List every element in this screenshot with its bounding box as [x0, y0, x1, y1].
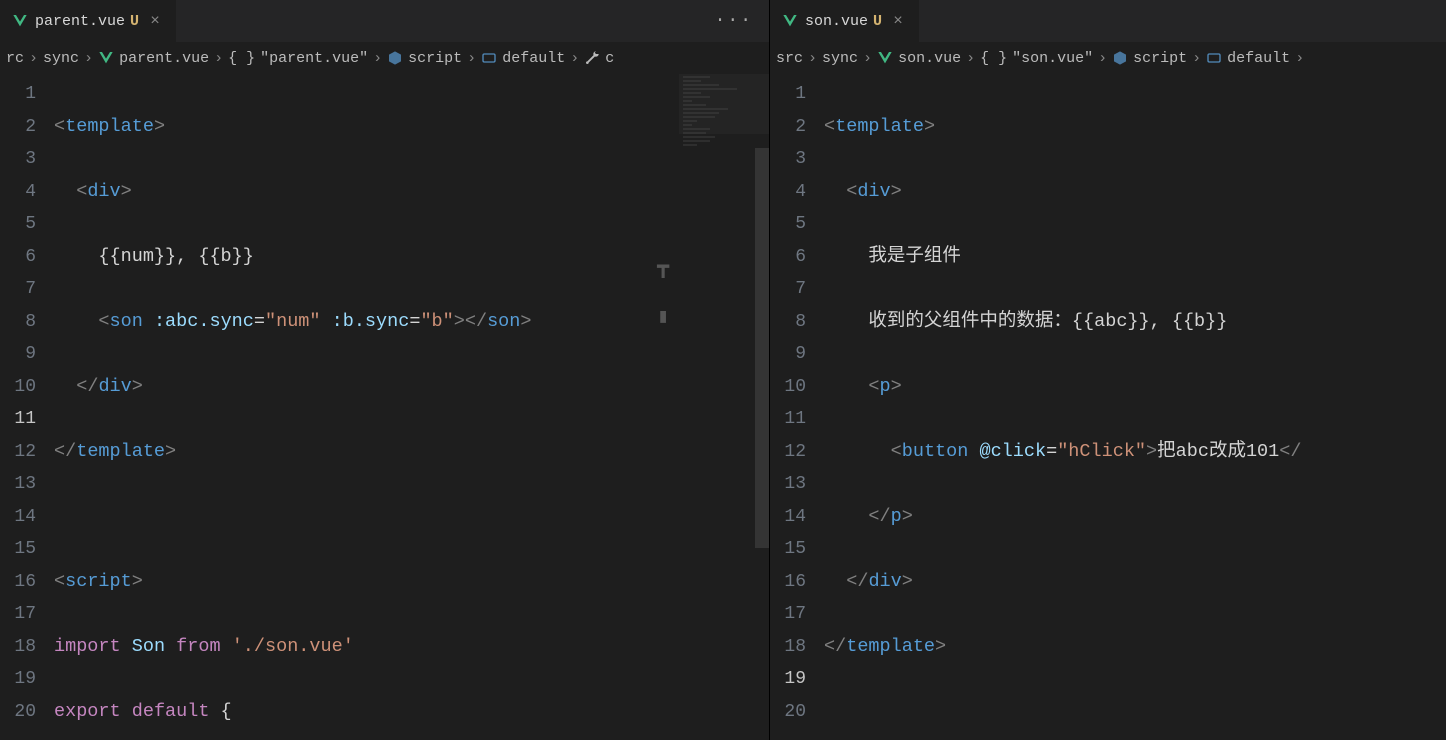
line-number: 13: [0, 468, 36, 501]
line-number: 16: [770, 566, 806, 599]
tab-modified-indicator: U: [873, 13, 882, 30]
line-number: 17: [0, 598, 36, 631]
braces-icon: { }: [228, 50, 255, 67]
line-number: 14: [770, 501, 806, 534]
breadcrumb-item[interactable]: sync: [822, 50, 858, 67]
line-number: 7: [770, 273, 806, 306]
breadcrumb-item[interactable]: src: [776, 50, 803, 67]
line-number: 8: [770, 306, 806, 339]
line-number-active: 19: [770, 663, 806, 696]
line-number: 3: [770, 143, 806, 176]
editor-pane-right: son.vue U × src › sync › son.vue › { } "…: [770, 0, 1446, 740]
breadcrumb-item[interactable]: rc: [6, 50, 24, 67]
line-number: 2: [0, 111, 36, 144]
line-number: 5: [0, 208, 36, 241]
tab-actions-more[interactable]: ···: [699, 11, 769, 31]
tab-parent-vue[interactable]: parent.vue U ×: [0, 0, 177, 42]
chevron-right-icon: ›: [214, 50, 223, 67]
line-number: 11: [770, 403, 806, 436]
line-number: 7: [0, 273, 36, 306]
line-number: 12: [0, 436, 36, 469]
editor-left[interactable]: 1 2 3 4 5 6 7 8 9 10 11 12 13 14 15 16 1…: [0, 74, 769, 740]
line-number: 17: [770, 598, 806, 631]
line-number: 12: [770, 436, 806, 469]
chevron-right-icon: ›: [373, 50, 382, 67]
line-number-active: 11: [0, 403, 36, 436]
vue-icon: [12, 13, 28, 30]
tab-son-vue[interactable]: son.vue U ×: [770, 0, 920, 42]
vue-icon: [877, 50, 893, 66]
line-number: 18: [0, 631, 36, 664]
line-number: 1: [770, 78, 806, 111]
chevron-right-icon: ›: [808, 50, 817, 67]
breadcrumb-item[interactable]: script: [408, 50, 462, 67]
breadcrumb-item[interactable]: son.vue: [898, 50, 961, 67]
line-number: 1: [0, 78, 36, 111]
module-icon: [1206, 50, 1222, 66]
line-number: 15: [770, 533, 806, 566]
line-number: 4: [0, 176, 36, 209]
module-icon: [481, 50, 497, 66]
line-number: 15: [0, 533, 36, 566]
tab-bar-left: parent.vue U × ···: [0, 0, 769, 42]
code-area-left[interactable]: <template> <div> {{num}}, {{b}} <son :ab…: [54, 74, 769, 740]
line-number: 3: [0, 143, 36, 176]
breadcrumb-left[interactable]: rc › sync › parent.vue › { } "parent.vue…: [0, 42, 769, 74]
breadcrumb-item[interactable]: sync: [43, 50, 79, 67]
chevron-right-icon: ›: [29, 50, 38, 67]
chevron-right-icon: ›: [1192, 50, 1201, 67]
line-number: 13: [770, 468, 806, 501]
chevron-right-icon: ›: [467, 50, 476, 67]
tab-filename: son.vue: [805, 13, 868, 30]
breadcrumb-item[interactable]: "son.vue": [1012, 50, 1093, 67]
editor-pane-left: parent.vue U × ··· rc › sync › parent.vu…: [0, 0, 770, 740]
line-number: 16: [0, 566, 36, 599]
scrollbar-thumb[interactable]: [755, 148, 769, 548]
line-number: 5: [770, 208, 806, 241]
line-gutter: 1 2 3 4 5 6 7 8 9 10 11 12 13 14 15 16 1…: [770, 74, 824, 740]
line-number: 9: [0, 338, 36, 371]
line-number: 9: [770, 338, 806, 371]
editor-right[interactable]: 1 2 3 4 5 6 7 8 9 10 11 12 13 14 15 16 1…: [770, 74, 1446, 740]
breadcrumb-right[interactable]: src › sync › son.vue › { } "son.vue" › s…: [770, 42, 1446, 74]
close-icon[interactable]: ×: [889, 12, 907, 30]
tab-filename: parent.vue: [35, 13, 125, 30]
line-number: 18: [770, 631, 806, 664]
code-area-right[interactable]: <template> <div> 我是子组件 收到的父组件中的数据：{{abc}…: [824, 74, 1446, 740]
vue-icon: [782, 13, 798, 30]
cube-icon: [1112, 50, 1128, 66]
chevron-right-icon: ›: [1098, 50, 1107, 67]
chevron-right-icon: ›: [570, 50, 579, 67]
line-gutter: 1 2 3 4 5 6 7 8 9 10 11 12 13 14 15 16 1…: [0, 74, 54, 740]
breadcrumb-item[interactable]: default: [502, 50, 565, 67]
breadcrumb-item[interactable]: c: [605, 50, 614, 67]
tab-bar-right: son.vue U ×: [770, 0, 1446, 42]
breadcrumb-item[interactable]: "parent.vue": [260, 50, 368, 67]
chevron-right-icon: ›: [966, 50, 975, 67]
braces-icon: { }: [980, 50, 1007, 67]
line-number: 10: [0, 371, 36, 404]
line-number: 6: [0, 241, 36, 274]
wrench-icon: [584, 50, 600, 66]
tab-modified-indicator: U: [130, 13, 139, 30]
line-number: 20: [770, 696, 806, 729]
chevron-right-icon: ›: [84, 50, 93, 67]
chevron-right-icon: ›: [863, 50, 872, 67]
chevron-right-icon: ›: [1295, 50, 1304, 67]
line-number: 8: [0, 306, 36, 339]
line-number: 6: [770, 241, 806, 274]
line-number: 2: [770, 111, 806, 144]
vue-icon: [98, 50, 114, 66]
breadcrumb-item[interactable]: script: [1133, 50, 1187, 67]
line-number: 14: [0, 501, 36, 534]
line-number: 10: [770, 371, 806, 404]
breadcrumb-item[interactable]: default: [1227, 50, 1290, 67]
breadcrumb-item[interactable]: parent.vue: [119, 50, 209, 67]
line-number: 19: [0, 663, 36, 696]
cube-icon: [387, 50, 403, 66]
line-number: 20: [0, 696, 36, 729]
line-number: 4: [770, 176, 806, 209]
close-icon[interactable]: ×: [146, 12, 164, 30]
